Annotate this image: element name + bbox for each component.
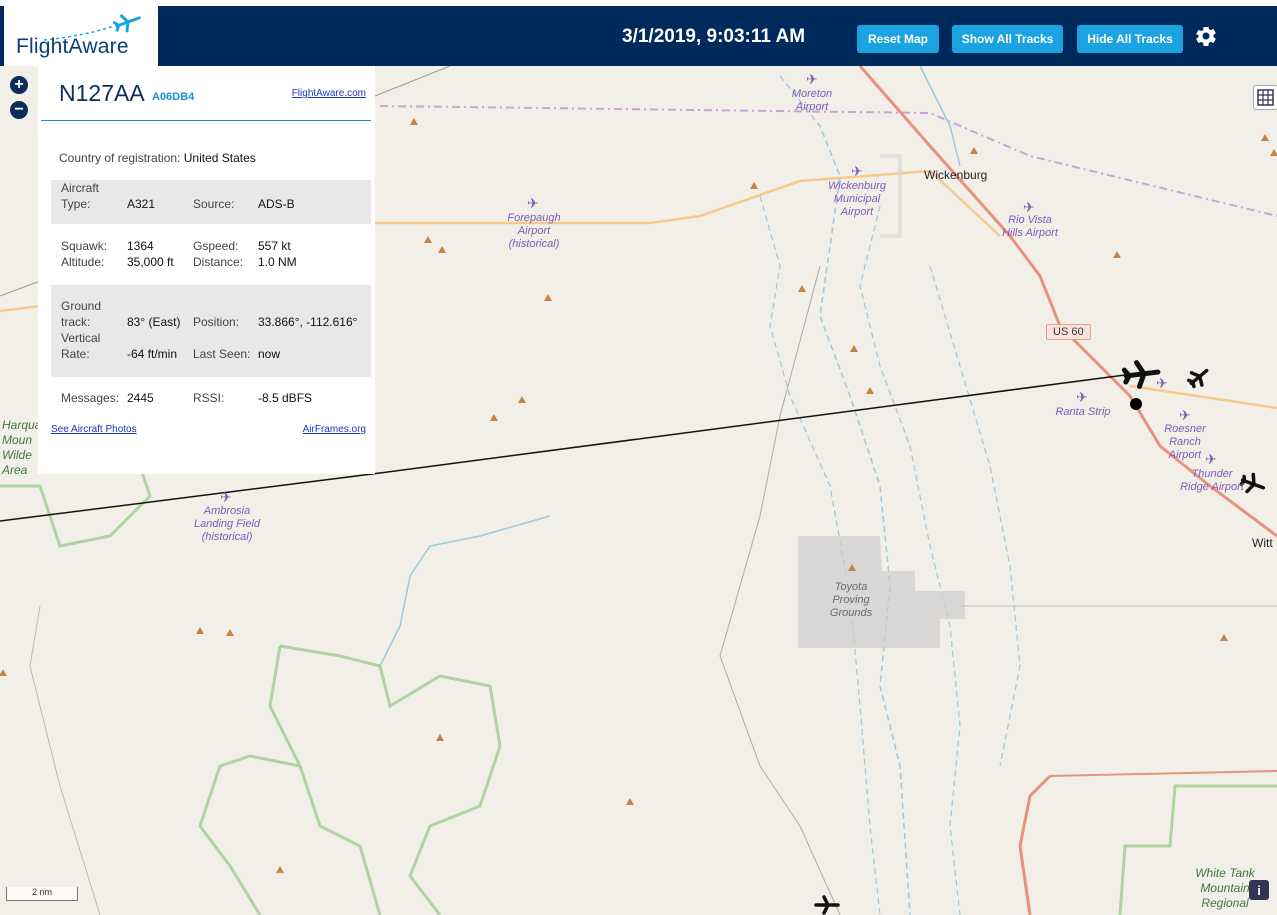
position-label: Position: — [193, 315, 240, 329]
country-value: United States — [183, 151, 256, 165]
gspeed-value: 557 kt — [258, 239, 291, 253]
map-scale: 2 nm — [6, 887, 78, 901]
squawk-value: 1364 — [127, 239, 154, 253]
reset-map-button[interactable]: Reset Map — [857, 25, 939, 53]
svg-text:✈: ✈ — [1023, 199, 1035, 215]
ambrosia-landing-label: Ambrosia Landing Field (historical) — [193, 505, 261, 543]
aircraft-photos-link[interactable]: See Aircraft Photos — [51, 424, 137, 435]
altitude-value: 35,000 ft — [127, 255, 174, 269]
wickenburg-airport-label: Wickenburg Municipal Airport — [828, 180, 886, 218]
ground-track-label: Ground track: — [61, 299, 102, 329]
svg-text:✈: ✈ — [806, 71, 818, 87]
svg-text:✈: ✈ — [220, 489, 232, 505]
zoom-out-button[interactable]: − — [10, 101, 28, 119]
rio-vista-airport-label: Rio Vista Hills Airport — [1002, 214, 1058, 239]
aircraft-hex-code: A06DB4 — [152, 91, 195, 103]
squawk-label: Squawk: — [61, 239, 108, 253]
aircraft-type-row: Aircraft Type: A321 Source: ADS-B — [51, 180, 371, 224]
toyota-proving-grounds-label: Toyota Proving Grounds — [829, 581, 873, 619]
panel-divider — [41, 120, 371, 121]
moreton-airport-label: Moreton Airport — [791, 88, 833, 113]
source-label: Source: — [193, 197, 235, 211]
distance-value: 1.0 NM — [258, 255, 297, 269]
messages-value: 2445 — [127, 391, 154, 405]
altitude-label: Altitude: — [61, 255, 105, 269]
grid-icon — [1257, 89, 1274, 106]
harqua-wilderness-label: Harqua Moun Wilde Area — [2, 418, 42, 477]
aircraft-icon[interactable] — [813, 895, 841, 915]
country-of-registration: Country of registration: United States — [59, 151, 256, 165]
wickenburg-town-label: Wickenburg — [924, 168, 988, 182]
airframes-link[interactable]: AirFrames.org — [303, 424, 366, 435]
aircraft-type-value: A321 — [127, 197, 156, 211]
top-bar: FlightAware 3/1/2019, 9:03:11 AM Reset M… — [0, 0, 1277, 66]
hide-all-tracks-button[interactable]: Hide All Tracks — [1077, 25, 1183, 53]
svg-text:✈: ✈ — [527, 195, 539, 211]
forepaugh-airport-label: Forepaugh Airport (historical) — [507, 212, 561, 250]
us60-shield: US 60 — [1046, 324, 1091, 340]
info-button[interactable]: i — [1249, 880, 1269, 900]
layers-button[interactable] — [1253, 85, 1277, 110]
vertical-rate-value: -64 ft/min — [127, 347, 178, 361]
last-seen-value: now — [258, 347, 281, 361]
position-value: 33.866°, -112.616° — [258, 315, 358, 329]
ground-track-value: 83° (East) — [127, 315, 181, 329]
zoom-in-button[interactable]: + — [10, 76, 28, 94]
squawk-row: Squawk: 1364 Gspeed: 557 kt Altitude: 35… — [51, 238, 371, 278]
track-row: Ground track: 83° (East) Position: 33.86… — [51, 285, 371, 377]
flightaware-link[interactable]: FlightAware.com — [292, 88, 366, 99]
aircraft-icon[interactable] — [1186, 364, 1212, 390]
messages-row: Messages: 2445 RSSI: -8.5 dBFS — [51, 390, 371, 410]
roesner-ranch-label: Roesner Ranch Airport — [1164, 423, 1206, 461]
distance-label: Distance: — [193, 255, 244, 269]
rssi-label: RSSI: — [193, 391, 225, 405]
country-label: Country of registration: — [59, 151, 181, 165]
vertical-rate-label: Vertical Rate: — [61, 331, 101, 361]
witt-town-label: Witt — [1252, 536, 1273, 550]
rssi-value: -8.5 dBFS — [258, 391, 313, 405]
messages-label: Messages: — [61, 391, 120, 405]
current-datetime: 3/1/2019, 9:03:11 AM — [622, 26, 806, 47]
aircraft-info-panel: N127AA A06DB4 FlightAware.com Country of… — [38, 66, 375, 474]
gear-icon[interactable] — [1194, 24, 1218, 48]
show-all-tracks-button[interactable]: Show All Tracks — [952, 25, 1063, 53]
logo-text: FlightAware — [16, 35, 129, 58]
svg-text:✈: ✈ — [1179, 407, 1191, 423]
svg-text:✈: ✈ — [1076, 389, 1088, 405]
logo[interactable]: FlightAware — [4, 6, 158, 66]
gspeed-label: Gspeed: — [193, 239, 239, 253]
source-value: ADS-B — [258, 197, 295, 211]
aircraft-registration: N127AA — [59, 80, 145, 106]
last-seen-label: Last Seen: — [193, 347, 251, 361]
thunder-ridge-label: Thunder Ridge Airport — [1180, 468, 1244, 493]
svg-text:✈: ✈ — [851, 163, 863, 179]
selected-aircraft-icon[interactable] — [1120, 352, 1164, 396]
ranta-strip-label: Ranta Strip — [1055, 406, 1111, 418]
aircraft-type-label: Aircraft Type: — [61, 181, 100, 211]
